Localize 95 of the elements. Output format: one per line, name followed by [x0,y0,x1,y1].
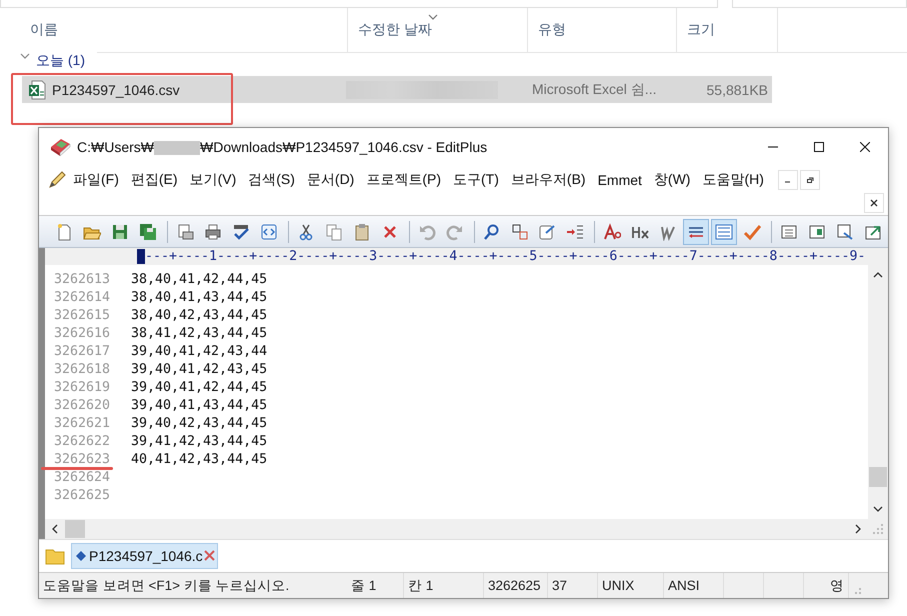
code-line: 40,41,42,43,44,45 [131,451,268,469]
undo-icon [418,222,436,240]
pencil-icon [47,170,67,190]
status-text: 3262625 [484,573,548,598]
status-text: UNIX [598,573,664,598]
menu-item[interactable]: 편집(E) [124,168,184,190]
code-line: 38,41,42,43,44,45 [131,325,268,343]
scrollbar-thumb[interactable] [869,467,887,487]
check-mark-icon [743,222,762,240]
code-line: 39,40,41,42,43,45 [131,361,268,379]
ruler-cursor [137,249,145,264]
paste-icon [352,222,371,240]
file-tab[interactable]: P1234597_1046.c [71,543,218,569]
restore-button[interactable] [800,170,820,190]
resize-grip-icon [855,588,861,594]
menu-item[interactable]: 브라우저(B) [504,168,592,190]
line-number: 3262618 [54,362,110,377]
code-line: 39,40,42,43,44,45 [131,415,268,433]
menu-item[interactable]: 검색(S) [242,168,301,190]
printer-icon [204,222,222,240]
toolbar-button[interactable] [683,218,710,244]
status-text: ANSI [664,573,724,598]
redo-icon [446,222,464,240]
indent-icon [566,222,584,240]
menu-item[interactable]: 도구(T) [447,168,505,190]
column-header[interactable]: 이름 [30,21,58,39]
menu-item[interactable]: 보기(V) [184,168,242,190]
search-field[interactable] [732,0,907,8]
address-field[interactable] [0,0,718,8]
menu-item[interactable]: 프로젝트(P) [360,168,448,190]
line-numbers-icon [715,222,734,240]
file-size: 55,881KB [706,82,769,98]
status-text: 37 [548,573,598,598]
line-number: 3262624 [54,470,110,485]
book-icon [49,137,71,157]
window-list-icon [780,222,798,240]
restore-icon [806,176,814,184]
print-preview-icon [176,222,194,240]
line-number: 3262615 [54,308,110,323]
code-line: 38,40,42,43,44,45 [131,307,268,325]
menu-item[interactable]: 창(W) [648,168,696,190]
window-split-icon [808,222,826,240]
code-line: 38,40,41,43,44,45 [131,289,268,307]
close-icon [860,142,870,152]
line-number: 3262619 [54,380,110,395]
scrollbar-thumb[interactable] [65,520,85,538]
file-row[interactable]: P1234597_1046.csv Microsoft Excel 쉼... 55,881KB [22,76,772,103]
code-line: 39,40,41,42,43,44 [131,343,268,361]
column-header[interactable]: 유형 [538,21,566,39]
status-text: 줄 1 [347,573,404,598]
chevron-down-icon[interactable] [20,52,30,60]
code-line: 39,40,41,42,44,45 [131,379,268,397]
close-icon[interactable] [204,550,215,561]
toolbar-button[interactable] [711,218,738,244]
code-line: 39,40,41,43,44,45 [131,397,268,415]
status-text: 영 [804,573,849,598]
spell-check-icon [232,222,250,240]
line-number: 3262623 [54,452,110,467]
browser-preview-icon [260,222,278,240]
search-icon [482,222,501,240]
menu-item[interactable]: 파일(F) [67,168,125,190]
status-text: 칸 1 [404,573,484,598]
code-line: 39,41,42,43,44,45 [131,433,268,451]
horizontal-scrollbar[interactable] [45,519,868,539]
file-type: Microsoft Excel 쉼... [532,80,658,98]
column-header[interactable]: 크기 [687,21,715,39]
maximize-icon [814,142,824,152]
status-text: 도움말을 보려면 <F1> 키를 누르십시오. [42,576,290,594]
line-number: 3262616 [54,326,110,341]
line-number: 3262625 [54,488,110,503]
window-title: C:₩Users₩ ₩Downloads₩P1234597_1046.csv - EditPlus [77,138,488,156]
save-icon [110,222,129,240]
vertical-scrollbar[interactable] [868,265,888,539]
spreadsheet-file-icon [28,80,46,100]
line-number: 3262613 [54,272,110,287]
file-name: P1234597_1046.csv [52,82,180,98]
menu-item[interactable]: 도움말(H) [696,168,770,190]
font-icon [603,222,622,240]
close-icon [870,199,878,207]
ruler: ---+----1----+----2----+----3----+----4----+----5----+----6----+----7----+----8----+----9- [145,249,866,264]
line-number: 3262617 [54,344,110,359]
group-header[interactable]: 오늘 (1) [36,52,85,70]
line-number: 3262614 [54,290,110,305]
menu-item[interactable]: Emmet [592,170,648,190]
column-header[interactable]: 수정한 날짜 [358,21,432,39]
menu-item[interactable]: 문서(D) [300,168,360,190]
copy-icon [324,222,343,240]
save-all-icon [138,222,157,240]
line-number: 3262622 [54,434,110,449]
code-line: 38,40,41,42,44,45 [131,271,268,289]
line-number: 3262621 [54,416,110,431]
resize-grip-icon [873,524,883,534]
line-number: 3262620 [54,398,110,413]
diamond-icon [76,551,86,561]
close-button[interactable] [864,193,884,213]
